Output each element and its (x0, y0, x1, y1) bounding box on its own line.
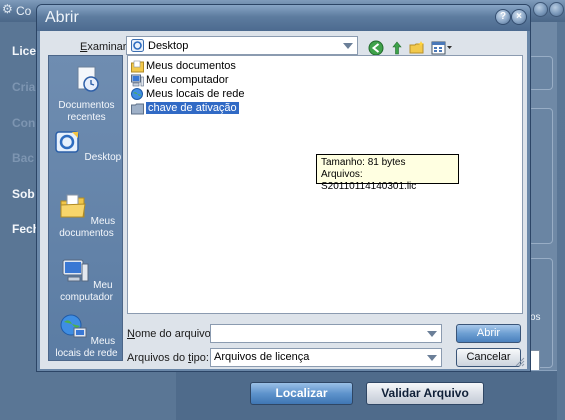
file-tooltip: Tamanho: 81 bytes Arquivos: S20110114140… (316, 154, 459, 192)
chevron-down-icon[interactable] (425, 327, 439, 340)
background-title: Co (16, 4, 32, 18)
dialog-body: Examinar: Desktop Documentos recentes De… (40, 31, 527, 369)
place-label: Desktop (84, 152, 122, 163)
file-name: chave de ativação (146, 102, 239, 114)
nav-item-about[interactable]: Sob (12, 187, 35, 201)
my-computer-icon (131, 74, 144, 86)
file-name: Meus documentos (146, 60, 236, 72)
my-computer-icon (62, 259, 89, 282)
place-network[interactable]: Meus locais de rede (49, 312, 124, 360)
place-my-computer[interactable]: Meu computador (49, 256, 124, 304)
nav-item-license[interactable]: Lice (12, 44, 36, 58)
file-name: Meus locais de rede (146, 88, 245, 100)
resize-grip-icon[interactable] (515, 357, 525, 367)
nav-item-create[interactable]: Cria (12, 80, 35, 94)
list-item[interactable]: Meus locais de rede (131, 87, 244, 101)
list-item[interactable]: chave de ativação (131, 101, 239, 115)
close-button[interactable]: × (511, 9, 527, 25)
background-side-text: os (530, 312, 541, 323)
desktop-icon (55, 131, 79, 153)
file-list[interactable]: Meus documentos Meu computador Meus loca… (127, 55, 523, 314)
place-desktop[interactable]: Desktop (49, 128, 124, 164)
look-in-value: Desktop (148, 39, 189, 52)
new-folder-icon[interactable] (409, 40, 425, 56)
list-item[interactable]: Meu computador (131, 73, 229, 87)
places-bar: Documentos recentes Desktop Meus documen… (48, 55, 123, 361)
tooltip-size: Tamanho: 81 bytes (321, 157, 406, 168)
network-places-icon (60, 314, 87, 338)
tooltip-files: Arquivos: S20110114140301.lic (321, 169, 417, 192)
chevron-down-icon[interactable] (425, 351, 439, 364)
filetype-value: Arquivos de licença (214, 351, 310, 363)
file-name: Meu computador (146, 74, 229, 86)
nav-item-config[interactable]: Con (12, 116, 35, 130)
my-documents-icon (131, 60, 144, 72)
recent-documents-icon (77, 66, 99, 92)
help-button[interactable]: ? (495, 9, 511, 25)
open-file-dialog: Abrir ? × Examinar: Desktop Documentos r… (36, 4, 531, 372)
locate-button[interactable]: Localizar (250, 382, 353, 405)
dialog-title: Abrir (45, 9, 79, 26)
dialog-titlebar[interactable]: Abrir ? × (37, 5, 530, 31)
gear-icon: ⚙ (2, 2, 13, 16)
filename-label: Nome do arquivo: (127, 328, 214, 340)
place-my-documents[interactable]: Meus documentos (49, 192, 124, 240)
cancel-button[interactable]: Cancelar (456, 348, 521, 367)
validate-file-button[interactable]: Validar Arquivo (366, 382, 484, 405)
chevron-down-icon[interactable] (341, 39, 355, 52)
place-recent-documents[interactable]: Documentos recentes (49, 64, 124, 124)
place-label: Documentos recentes (58, 100, 115, 123)
desktop-icon (131, 39, 144, 52)
filetype-label: Arquivos do tipo: (127, 352, 209, 364)
open-button[interactable]: Abrir (456, 324, 521, 343)
list-item[interactable]: Meus documentos (131, 59, 236, 73)
nav-item-backup[interactable]: Bac (12, 151, 34, 165)
look-in-combo[interactable]: Desktop (126, 36, 358, 55)
background-section-box (528, 108, 553, 244)
back-icon[interactable] (368, 40, 384, 56)
filetype-select[interactable]: Arquivos de licença (210, 348, 442, 367)
background-section-box (528, 56, 553, 90)
look-in-label: Examinar: (80, 41, 130, 53)
minimize-button[interactable] (533, 2, 548, 17)
up-folder-icon[interactable] (389, 40, 405, 56)
folder-icon (131, 103, 144, 114)
my-documents-icon (60, 194, 86, 218)
close-button[interactable] (549, 2, 564, 17)
filename-field[interactable] (210, 324, 442, 343)
view-menu-icon[interactable] (431, 40, 453, 56)
network-places-icon (131, 87, 143, 100)
